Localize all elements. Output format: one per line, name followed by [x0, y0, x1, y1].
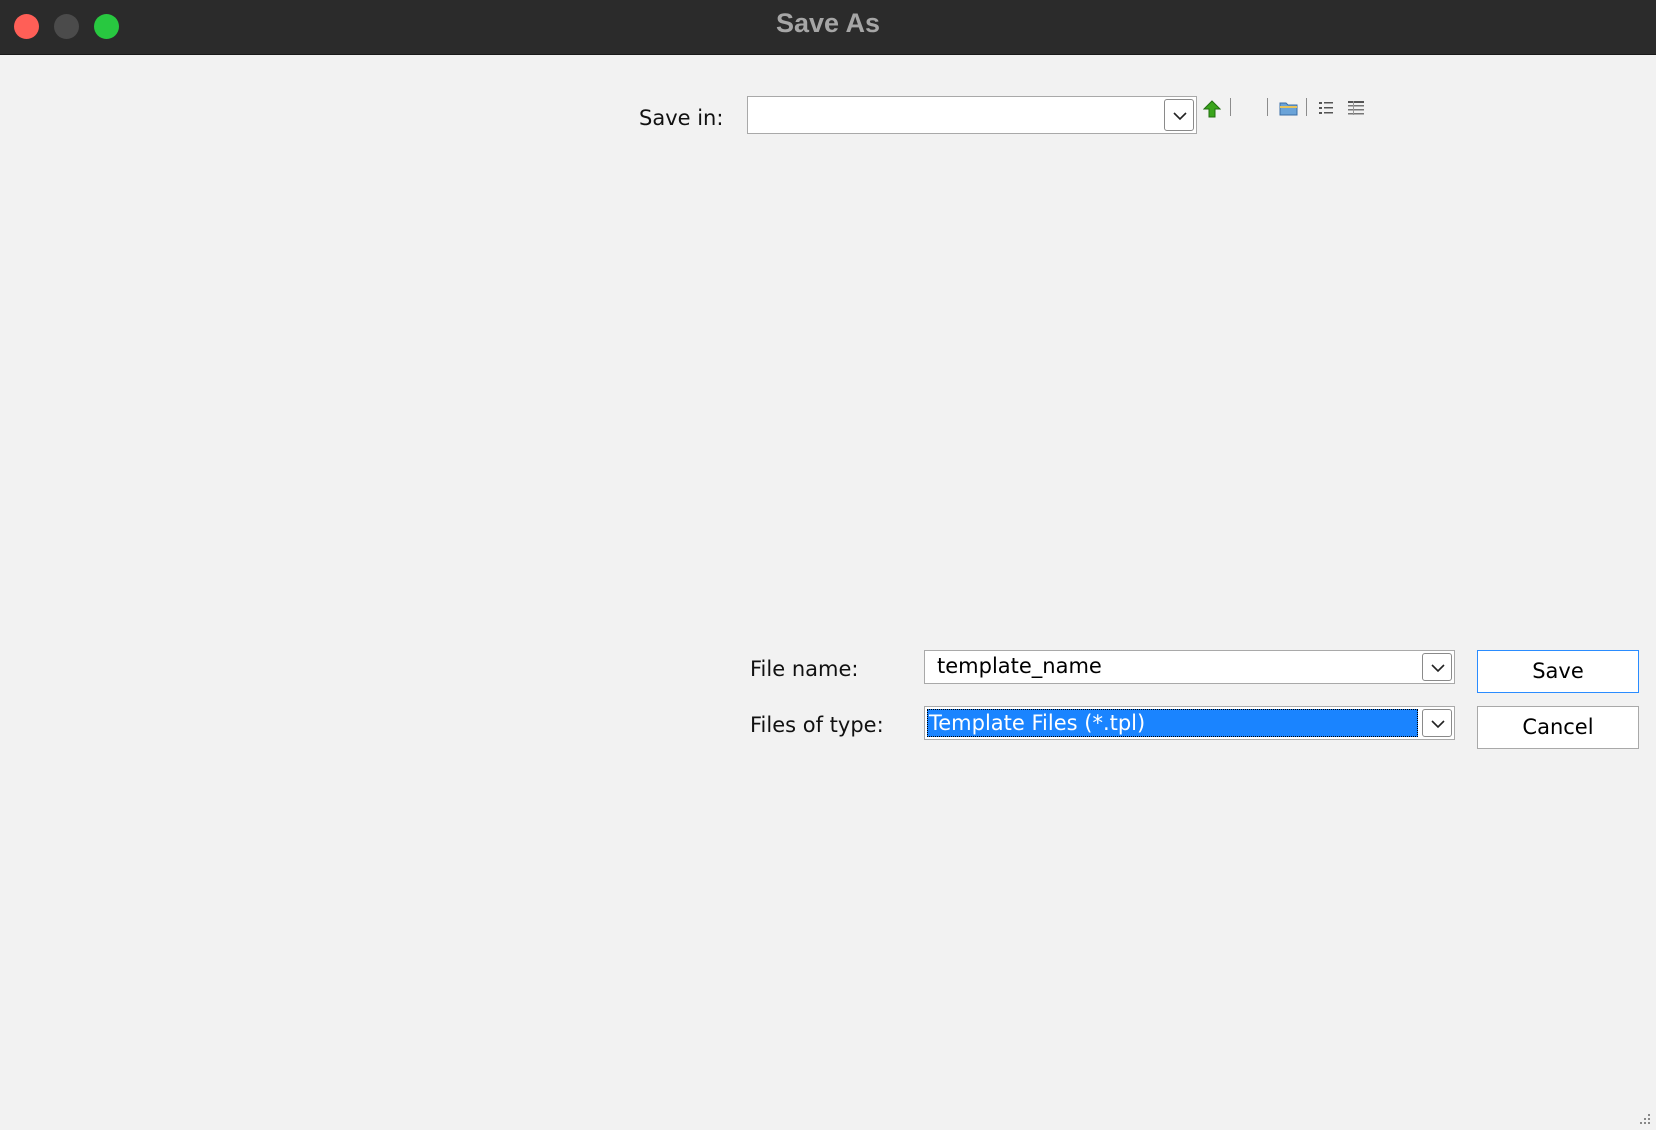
file-name-dropdown-button[interactable] [1422, 653, 1452, 681]
title-bar: Save As [0, 0, 1656, 55]
save-in-label-text: Save in: [639, 106, 724, 130]
file-name-input[interactable]: template_name [937, 654, 1102, 678]
files-of-type-selected-value: Template Files (*.tpl) [927, 709, 1418, 737]
save-in-dropdown-button[interactable] [1164, 99, 1194, 131]
toolbar-separator [1306, 98, 1307, 116]
chevron-down-icon [1431, 720, 1445, 729]
save-in-label: Save in: [639, 106, 723, 130]
create-new-folder-icon[interactable] [1279, 99, 1299, 117]
details-view-icon[interactable] [1347, 100, 1365, 116]
files-of-type-combo[interactable]: Template Files (*.tpl) [924, 706, 1455, 740]
cancel-button[interactable]: Cancel [1477, 706, 1639, 749]
chevron-down-icon [1173, 112, 1187, 121]
window-title: Save As [775, 8, 881, 38]
file-name-label: File name: [750, 657, 859, 681]
list-view-icon[interactable] [1318, 100, 1334, 116]
toolbar-separator [1230, 98, 1231, 116]
toolbar-separator [1267, 98, 1268, 116]
save-in-combo[interactable] [747, 96, 1197, 134]
save-button[interactable]: Save [1477, 650, 1639, 693]
up-one-level-icon[interactable] [1203, 100, 1221, 118]
file-name-combo[interactable]: template_name [924, 650, 1455, 684]
chevron-down-icon [1431, 664, 1445, 673]
resize-grip-icon[interactable] [1636, 1110, 1652, 1126]
files-of-type-dropdown-button[interactable] [1422, 709, 1452, 737]
files-of-type-label: Files of type: [750, 713, 884, 737]
